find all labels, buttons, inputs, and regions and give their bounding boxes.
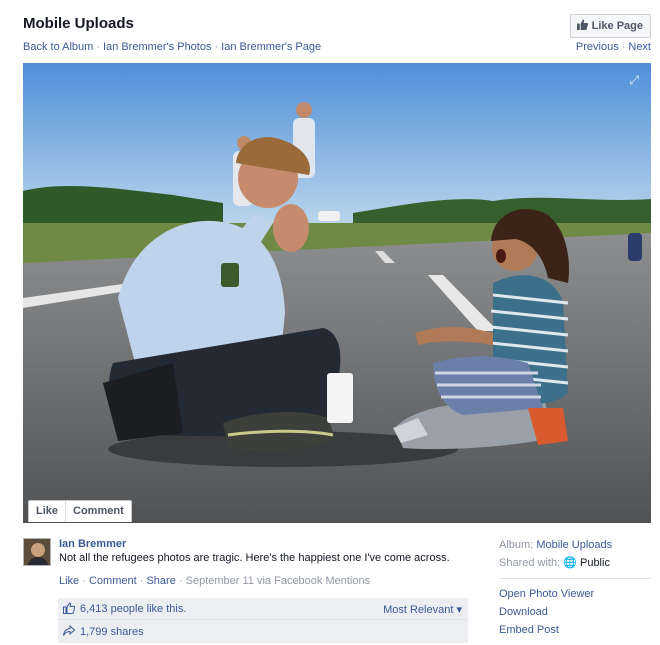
photo-image xyxy=(23,63,651,523)
thumbs-up-icon xyxy=(576,19,588,33)
photos-link[interactable]: Ian Bremmer's Photos xyxy=(103,41,211,53)
page-link[interactable]: Ian Bremmer's Page xyxy=(221,41,321,53)
sort-label: Most Relevant xyxy=(383,604,454,616)
nav-separator: · xyxy=(621,41,626,53)
breadcrumb-separator: · xyxy=(214,41,219,53)
meta-separator: · xyxy=(178,575,183,587)
privacy-value[interactable]: Public xyxy=(580,557,610,569)
album-title: Mobile Uploads xyxy=(23,15,134,32)
share-arrow-icon xyxy=(62,624,76,639)
sort-dropdown[interactable]: Most Relevant ▾ xyxy=(383,603,462,616)
photo-action-bar: Like Comment xyxy=(28,500,132,522)
likes-row: 6,413 people like this. Most Relevant ▾ xyxy=(58,598,468,620)
likes-count[interactable]: 6,413 people like this. xyxy=(80,603,186,615)
photo-like-button[interactable]: Like xyxy=(29,501,65,522)
post-author[interactable]: Ian Bremmer xyxy=(59,538,126,550)
thumbs-up-icon xyxy=(62,601,76,616)
back-to-album-link[interactable]: Back to Album xyxy=(23,41,93,53)
album-link[interactable]: Mobile Uploads xyxy=(536,539,612,551)
caret-down-icon: ▾ xyxy=(456,604,462,616)
like-page-button[interactable]: Like Page xyxy=(569,14,651,38)
like-link[interactable]: Like xyxy=(59,575,79,587)
photo-sidebar: Album: Mobile Uploads Shared with: 🌐 Pub… xyxy=(499,538,651,641)
photo-navigation: Previous · Next xyxy=(576,41,651,53)
photo-header: Mobile Uploads Back to Album · Ian Bremmer… xyxy=(23,14,651,58)
album-label: Album: xyxy=(499,539,534,551)
photo-comment-button[interactable]: Comment xyxy=(65,501,131,522)
previous-link[interactable]: Previous xyxy=(576,41,619,53)
next-link[interactable]: Next xyxy=(628,41,651,53)
meta-separator: · xyxy=(139,575,144,587)
comment-link[interactable]: Comment xyxy=(89,575,137,587)
avatar[interactable] xyxy=(23,538,51,566)
shares-count[interactable]: 1,799 shares xyxy=(80,626,144,638)
album-info: Album: Mobile Uploads xyxy=(499,538,651,556)
avatar-image xyxy=(24,539,50,565)
engagement-box: 6,413 people like this. Most Relevant ▾ … xyxy=(58,598,468,643)
like-page-label: Like Page xyxy=(591,20,643,32)
post-date[interactable]: September 11 xyxy=(186,575,254,587)
expand-icon[interactable]: ⤢ xyxy=(629,73,639,88)
main-photo[interactable]: ⤢ xyxy=(23,63,651,523)
breadcrumb: Back to Album · Ian Bremmer's Photos · Ian B… xyxy=(23,41,321,53)
privacy-info: Shared with: 🌐 Public xyxy=(499,556,651,574)
shared-with-label: Shared with: xyxy=(499,557,561,569)
share-link[interactable]: Share xyxy=(146,575,175,587)
sidebar-divider xyxy=(499,578,651,579)
globe-icon: 🌐 xyxy=(563,557,577,569)
meta-separator: · xyxy=(82,575,86,587)
open-photo-viewer-link[interactable]: Open Photo Viewer xyxy=(499,587,651,605)
shares-row: 1,799 shares xyxy=(58,620,468,643)
breadcrumb-separator: · xyxy=(96,41,100,53)
post-source: via Facebook Mentions xyxy=(256,575,371,587)
embed-post-link[interactable]: Embed Post xyxy=(499,623,651,641)
download-link[interactable]: Download xyxy=(499,605,651,623)
post-actions: Like · Comment · Share · September 11 vi… xyxy=(59,575,370,587)
post-caption: Not all the refugees photos are tragic. … xyxy=(59,552,450,564)
